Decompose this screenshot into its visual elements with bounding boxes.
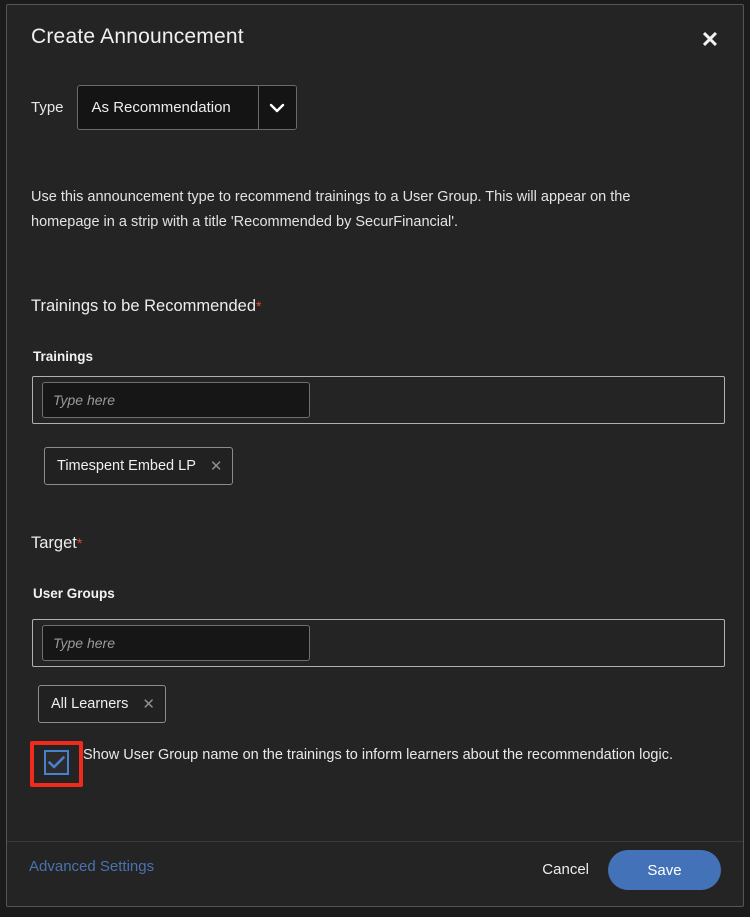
footer-divider [7,841,743,842]
type-description: Use this announcement type to recommend … [31,189,631,230]
trainings-token-box[interactable] [32,376,725,424]
cancel-button[interactable]: Cancel [536,860,595,879]
required-marker: * [76,535,83,551]
target-section-title-text: Target [31,534,77,552]
type-select[interactable]: As Recommendation [76,85,297,130]
user-groups-input[interactable] [42,625,310,661]
create-announcement-dialog: Create Announcement ✕ Type As Recommenda… [6,4,744,907]
type-row: Type As Recommendation [31,85,297,130]
required-marker: * [256,298,262,314]
trainings-field-label: Trainings [33,349,94,364]
user-groups-field-label: User Groups [33,586,115,601]
show-user-group-name-checkbox[interactable] [44,750,69,775]
close-icon[interactable]: ✕ [695,25,725,55]
trainings-chip[interactable]: Timespent Embed LP ✕ [44,447,234,485]
type-label: Type [31,99,64,116]
dialog-header: Create Announcement ✕ [7,5,743,77]
save-button[interactable]: Save [608,850,721,890]
type-select-value: As Recommendation [91,99,231,116]
close-icon[interactable]: ✕ [142,697,155,712]
check-icon [48,756,65,769]
close-icon[interactable]: ✕ [210,459,223,474]
trainings-section-title: Trainings to be Recommended* [31,297,261,316]
show-user-group-name-label: Show User Group name on the trainings to… [83,747,673,763]
trainings-input[interactable] [42,382,310,418]
advanced-settings-link[interactable]: Advanced Settings [29,858,154,875]
page-title: Create Announcement [31,25,244,48]
trainings-chip-label: Timespent Embed LP [57,458,196,474]
user-groups-chip[interactable]: All Learners ✕ [38,685,166,723]
user-groups-token-box[interactable] [32,619,725,667]
trainings-section-title-text: Trainings to be Recommended [31,297,257,315]
chevron-down-icon[interactable] [257,86,296,129]
target-section-title: Target* [31,534,82,553]
user-groups-chip-label: All Learners [51,696,129,712]
